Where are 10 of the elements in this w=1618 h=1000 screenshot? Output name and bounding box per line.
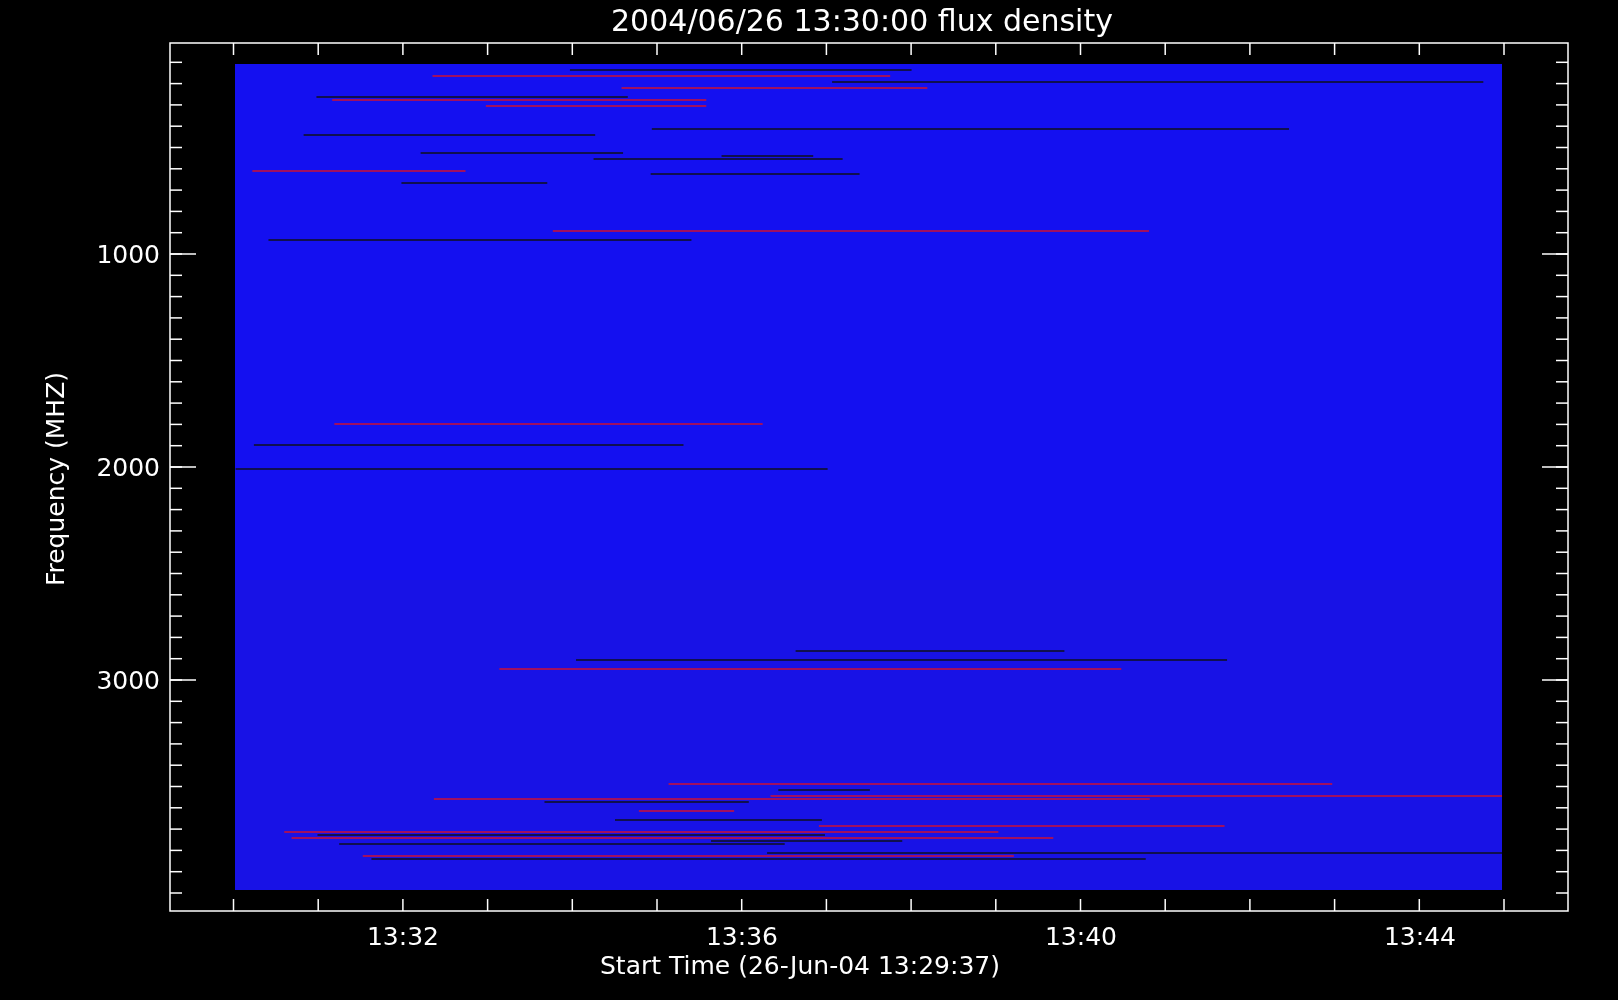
x-tick-label: 13:32 [367,922,439,951]
x-tick-label: 13:36 [706,922,778,951]
x-tick-label: 13:44 [1384,922,1456,951]
y-tick-label: 1000 [96,240,160,269]
y-axis-label: Frequency (MHZ) [41,371,70,587]
y-tick-label: 2000 [96,453,160,482]
y-tick-label: 3000 [96,666,160,695]
x-tick-label: 13:40 [1045,922,1117,951]
x-axis-label: Start Time (26-Jun-04 13:29:37) [600,951,1000,980]
chart-title: 2004/06/26 13:30:00 flux density [611,3,1113,38]
